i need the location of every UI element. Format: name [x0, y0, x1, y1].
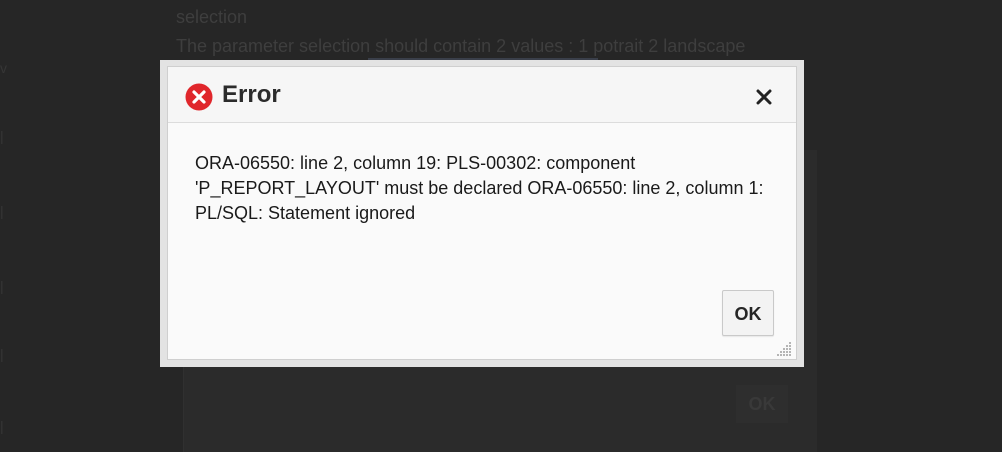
error-dialog: Error ORA-06550: line 2, column 19: PLS-…: [160, 60, 804, 367]
background-panel-edge: [803, 150, 817, 452]
background-side-mark: |: [0, 128, 4, 144]
error-circle-icon: [185, 83, 213, 111]
background-side-mark: |: [0, 346, 4, 362]
dialog-titlebar[interactable]: Error: [168, 67, 796, 123]
background-text-line2: The parameter selection should contain 2…: [176, 36, 746, 56]
background-side-mark: |: [0, 278, 4, 294]
close-icon[interactable]: [750, 83, 778, 111]
background-panel: [183, 364, 805, 452]
background-side-mark: |: [0, 203, 4, 219]
background-text-line1: selection: [176, 7, 248, 27]
error-message: ORA-06550: line 2, column 19: PLS-00302:…: [195, 153, 764, 223]
ok-button[interactable]: OK: [722, 290, 774, 336]
dialog-title: Error: [222, 81, 281, 108]
background-ok-button: OK: [736, 385, 788, 423]
background-side-mark: v: [0, 60, 7, 76]
resize-grip-icon[interactable]: [776, 341, 792, 357]
background-side-mark: |: [0, 418, 4, 434]
error-dialog-body: Error ORA-06550: line 2, column 19: PLS-…: [167, 66, 797, 360]
